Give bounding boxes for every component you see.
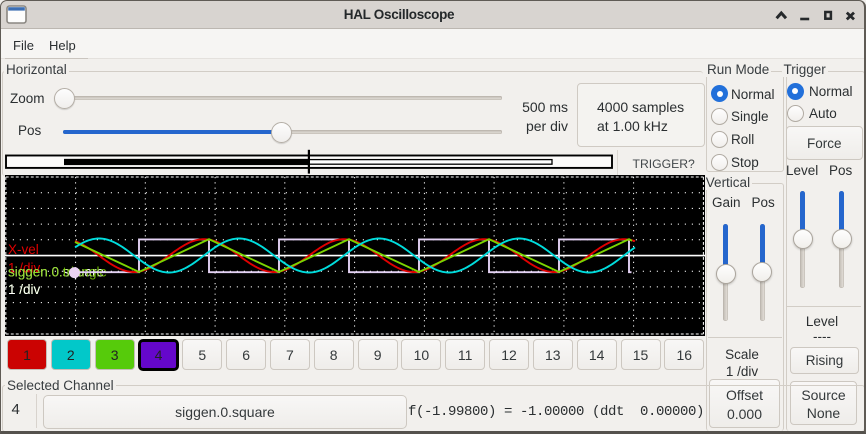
svg-text:X-vel: X-vel xyxy=(8,242,39,257)
svg-text:1 /div: 1 /div xyxy=(8,282,41,297)
